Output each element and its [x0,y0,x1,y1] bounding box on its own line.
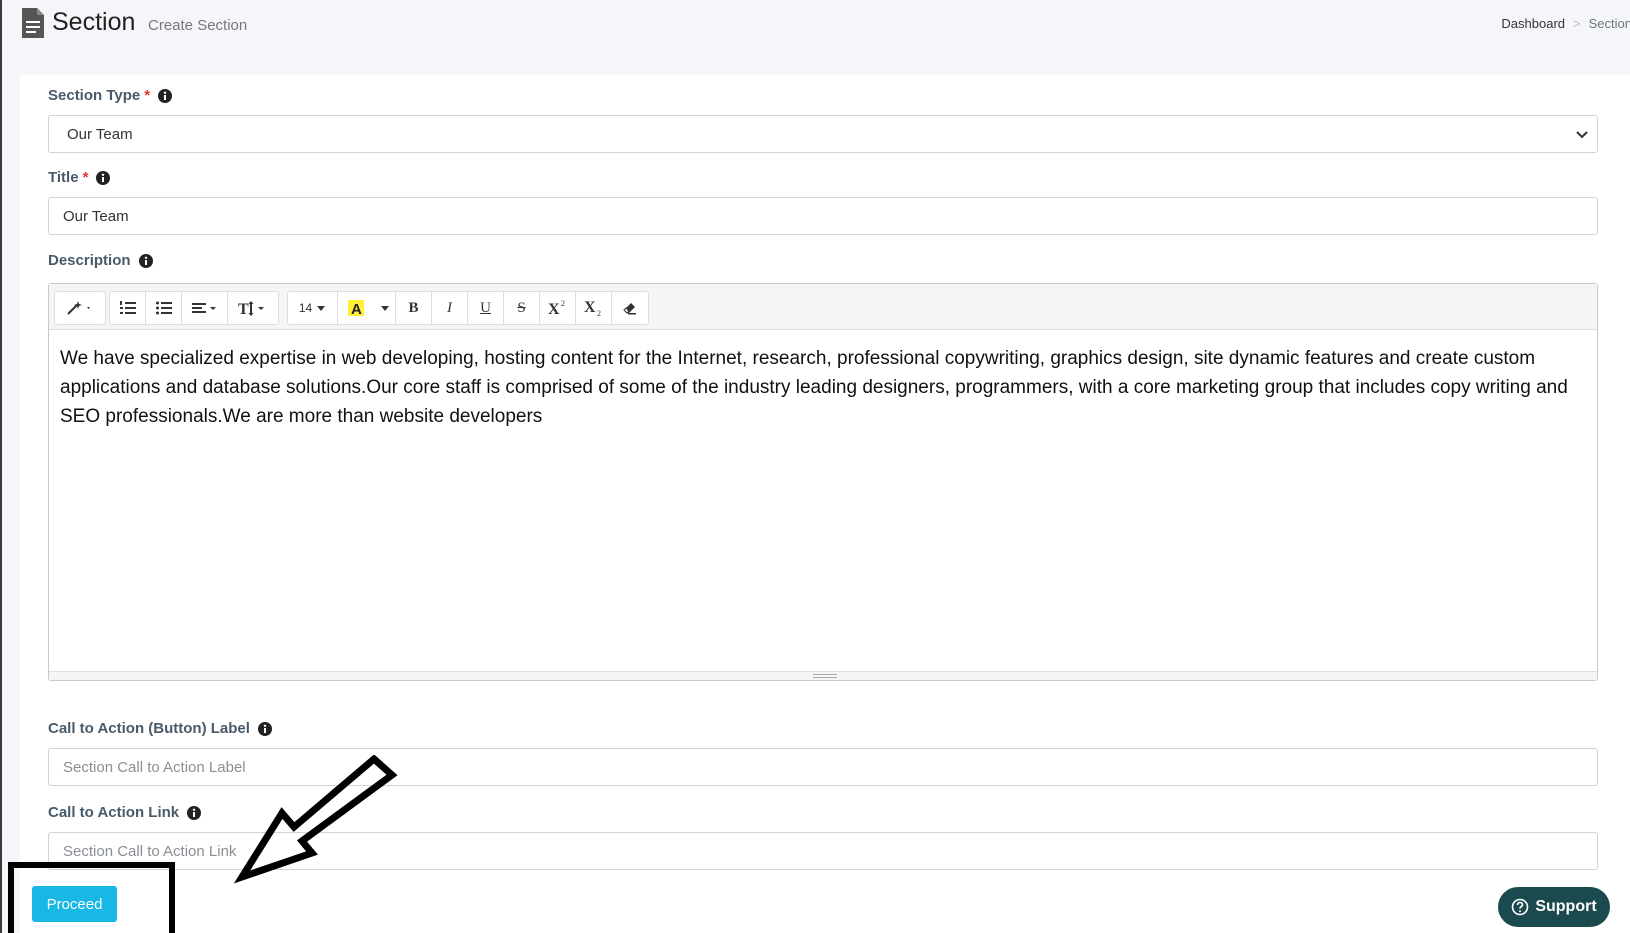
support-button[interactable]: Support [1498,887,1610,927]
editor-toolbar: T 14 A B I U S X2 X2 [49,284,1597,330]
description-label-text: Description [48,252,131,269]
editor-resize-bar[interactable] [49,671,1597,680]
breadcrumb-dashboard[interactable]: Dashboard [1501,16,1565,31]
breadcrumb-separator: > [1573,16,1581,31]
breadcrumb-current: Section [1588,16,1630,31]
info-icon[interactable] [158,88,173,103]
superscript-button[interactable]: X2 [540,292,576,324]
section-type-label-text: Section Type [48,87,141,104]
format-group: 14 A B I U S X2 X2 [287,291,649,325]
font-size-button[interactable]: 14 [288,292,338,324]
section-type-value: Our Team [67,125,133,143]
ordered-list-button[interactable] [110,292,146,324]
proceed-button[interactable]: Proceed [32,886,117,922]
strikethrough-button[interactable]: S [504,292,540,324]
eraser-icon [623,303,636,315]
svg-text:T: T [238,301,249,316]
caret-down-icon [380,306,389,311]
subscript-icon: X2 [584,299,601,317]
info-icon[interactable] [257,721,272,736]
subscript-button[interactable]: X2 [576,292,612,324]
description-editor: T 14 A B I U S X2 X2 We have specialized… [48,283,1598,681]
description-label: Description [48,252,153,269]
required-mark: * [82,169,89,186]
underline-button[interactable]: U [468,292,504,324]
title-label-text: Title [48,169,79,186]
ordered-list-icon [119,301,136,314]
page-subtitle: Create Section [148,17,248,34]
superscript-icon: X2 [548,300,565,316]
italic-button[interactable]: I [432,292,468,324]
svg-text:X: X [584,299,596,316]
editor-content[interactable]: We have specialized expertise in web dev… [49,330,1597,445]
magic-wand-icon [67,301,90,315]
question-circle-icon [1512,898,1529,916]
section-type-label: Section Type * [48,87,173,104]
align-left-icon [191,303,216,313]
resize-grip-icon[interactable] [813,674,837,678]
svg-text:A: A [351,301,362,317]
cta-link-label-text: Call to Action Link [48,804,180,821]
style-group [54,291,106,325]
cta-label-label-text: Call to Action (Button) Label [48,720,250,737]
bold-button[interactable]: B [396,292,432,324]
info-icon[interactable] [96,170,111,185]
align-button[interactable] [182,292,228,324]
svg-text:X: X [548,301,560,316]
list-group: T [109,291,279,325]
info-icon[interactable] [187,805,202,820]
document-icon [22,8,44,38]
title-input[interactable]: Our Team [48,197,1598,235]
svg-text:2: 2 [597,309,601,317]
page-header: Section Create Section Dashboard > Secti… [2,0,1630,75]
section-type-select[interactable]: Our Team [48,115,1598,153]
svg-text:2: 2 [561,300,565,308]
caret-down-icon [317,306,326,311]
title-label: Title * [48,169,111,186]
cta-label-label: Call to Action (Button) Label [48,720,272,737]
unordered-list-icon [155,301,172,315]
unordered-list-button[interactable] [146,292,182,324]
info-icon[interactable] [138,253,153,268]
highlight-color-button[interactable]: A [338,292,374,324]
breadcrumb: Dashboard > Section [1501,16,1630,31]
required-mark: * [144,87,151,104]
support-label: Support [1535,898,1597,915]
highlight-dropdown-button[interactable] [374,292,396,324]
text-height-icon: T [238,301,264,316]
clear-format-button[interactable] [612,292,648,324]
annotation-arrow-icon [233,755,398,884]
magic-style-button[interactable] [55,292,105,324]
font-size-value: 14 [298,301,313,315]
cta-link-label: Call to Action Link [48,804,202,821]
chevron-down-icon [1576,131,1588,139]
page-title: Section [52,8,136,36]
highlight-icon: A [348,300,364,317]
text-height-button[interactable]: T [228,292,278,324]
